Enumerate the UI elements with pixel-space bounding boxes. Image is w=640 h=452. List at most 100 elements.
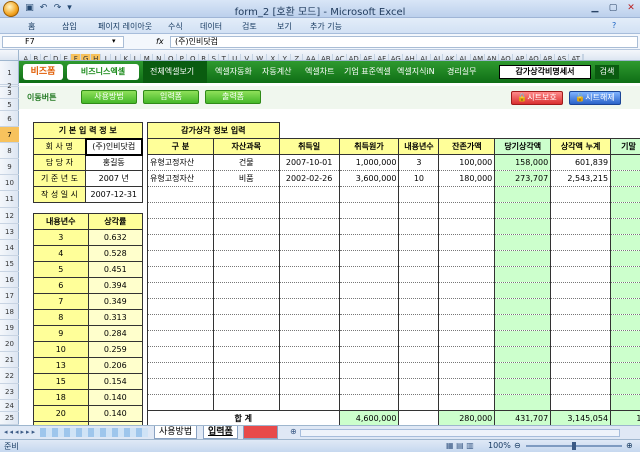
useful-life-cell[interactable]: 7 xyxy=(33,293,89,310)
main-cell[interactable] xyxy=(278,330,340,347)
main-cell[interactable] xyxy=(147,394,214,411)
main-cell[interactable] xyxy=(438,394,496,411)
fx-icon[interactable]: fx xyxy=(156,37,164,46)
column-header-cell[interactable]: AI xyxy=(417,54,432,60)
column-header-cell[interactable]: U xyxy=(229,54,242,60)
row-header-cell[interactable]: 19 xyxy=(0,320,19,336)
blank-cell[interactable] xyxy=(339,123,399,139)
main-cell[interactable] xyxy=(147,378,214,395)
main-cell[interactable] xyxy=(438,282,496,299)
column-header-cell[interactable]: AK xyxy=(443,54,458,60)
main-cell[interactable] xyxy=(278,378,340,395)
column-header-cell[interactable]: AN xyxy=(485,54,500,60)
column-header-cell[interactable]: C xyxy=(41,54,52,60)
main-cell[interactable] xyxy=(398,298,440,315)
main-cell[interactable] xyxy=(398,218,440,235)
input-form-button[interactable]: 입력폼 xyxy=(143,90,199,104)
main-cell[interactable] xyxy=(494,362,552,379)
column-header-cell[interactable]: H xyxy=(91,54,102,60)
rate-cell[interactable]: 0.259 xyxy=(87,341,144,358)
sheet-unprotect-button[interactable]: 🔓시트해제 xyxy=(569,91,621,105)
main-cell[interactable]: 273,707 xyxy=(494,170,552,187)
main-cell[interactable] xyxy=(438,234,496,251)
main-cell[interactable] xyxy=(398,234,440,251)
rate-cell[interactable]: 0.394 xyxy=(87,277,144,294)
main-cell[interactable] xyxy=(438,314,496,331)
column-header-cell[interactable]: AJ xyxy=(431,54,444,60)
bizform-logo[interactable]: 비즈폼 xyxy=(23,64,63,80)
row-header-cell[interactable]: 17 xyxy=(0,288,19,304)
tab-usage[interactable]: 사용방법 xyxy=(154,426,198,439)
output-form-button[interactable]: 출력폼 xyxy=(205,90,261,104)
column-header-cell[interactable]: I xyxy=(101,54,112,60)
main-cell[interactable] xyxy=(438,346,496,363)
main-cell[interactable] xyxy=(147,346,214,363)
zoom-level[interactable]: 100% xyxy=(488,441,511,450)
rate-cell[interactable]: 0.349 xyxy=(87,293,144,310)
row-header-cell[interactable]: 5 xyxy=(0,99,19,111)
main-cell[interactable] xyxy=(278,394,340,411)
column-header-cell[interactable]: A xyxy=(21,54,32,60)
business-excel-logo[interactable]: 비즈니스엑셀 xyxy=(67,64,139,80)
nav-accounting[interactable]: 경리실무 xyxy=(447,65,476,79)
main-cell[interactable] xyxy=(338,234,400,251)
main-cell[interactable] xyxy=(338,266,400,283)
column-header-cell[interactable]: AR xyxy=(541,54,556,60)
row-header-cell[interactable]: 6 xyxy=(0,111,19,127)
main-cell[interactable] xyxy=(438,266,496,283)
column-header-cell[interactable]: AM xyxy=(471,54,486,60)
base-year-cell[interactable]: 2007 년 xyxy=(85,170,143,187)
row-header-cell[interactable]: 18 xyxy=(0,304,19,320)
main-cell[interactable] xyxy=(550,394,612,411)
help-icon[interactable]: ? xyxy=(612,21,616,30)
main-cell[interactable] xyxy=(212,234,280,251)
useful-life-cell[interactable]: 10 xyxy=(33,341,89,358)
main-cell[interactable] xyxy=(494,330,552,347)
main-cell[interactable] xyxy=(494,346,552,363)
main-cell[interactable] xyxy=(438,250,496,267)
main-cell[interactable] xyxy=(494,218,552,235)
main-cell[interactable] xyxy=(398,266,440,283)
main-cell[interactable] xyxy=(278,218,340,235)
main-cell[interactable] xyxy=(147,202,214,219)
main-cell[interactable]: 10 xyxy=(398,170,440,187)
row-header-cell[interactable]: 23 xyxy=(0,384,19,400)
useful-life-cell[interactable]: 6 xyxy=(33,277,89,294)
main-cell[interactable] xyxy=(278,266,340,283)
main-cell[interactable] xyxy=(212,282,280,299)
main-cell[interactable] xyxy=(398,330,440,347)
main-cell[interactable] xyxy=(398,378,440,395)
main-cell[interactable] xyxy=(212,186,280,203)
main-cell[interactable] xyxy=(398,362,440,379)
select-all-corner[interactable] xyxy=(0,50,19,60)
column-header-cell[interactable]: W xyxy=(253,54,268,60)
column-header-cell[interactable]: F xyxy=(71,54,82,60)
column-header-cell[interactable]: L xyxy=(131,54,142,60)
main-cell[interactable] xyxy=(338,394,400,411)
main-cell[interactable] xyxy=(610,218,640,235)
column-header-cell[interactable]: Q xyxy=(187,54,200,60)
nav-all-excel[interactable]: 전체엑셀보기 xyxy=(150,65,194,79)
column-header-cell[interactable]: K xyxy=(121,54,132,60)
rate-cell[interactable]: 0.140 xyxy=(87,405,144,422)
main-cell[interactable]: 2,543,215 xyxy=(550,170,612,187)
column-header-cell[interactable]: AC xyxy=(333,54,348,60)
main-cell[interactable] xyxy=(278,202,340,219)
main-cell[interactable] xyxy=(610,266,640,283)
rate-cell[interactable]: 0.154 xyxy=(87,373,144,390)
main-cell[interactable] xyxy=(212,218,280,235)
main-cell[interactable] xyxy=(550,330,612,347)
column-header-cell[interactable]: O xyxy=(165,54,178,60)
main-cell[interactable] xyxy=(338,314,400,331)
main-cell[interactable] xyxy=(438,378,496,395)
useful-life-cell[interactable]: 9 xyxy=(33,325,89,342)
useful-life-cell[interactable]: 8 xyxy=(33,309,89,326)
useful-life-cell[interactable]: 18 xyxy=(33,389,89,406)
row-header[interactable]: 1 2 3 5 6 7 8 9 10 11 12 13 14 15 16 17 18 19 20 21 22 23 24 25 xyxy=(0,61,19,425)
row-header-cell[interactable]: 22 xyxy=(0,368,19,384)
main-cell[interactable]: 1,000,000 xyxy=(338,154,400,171)
main-cell[interactable] xyxy=(212,314,280,331)
main-cell[interactable] xyxy=(610,394,640,411)
blank-cell[interactable] xyxy=(439,123,495,139)
row-header-cell[interactable]: 8 xyxy=(0,143,19,159)
